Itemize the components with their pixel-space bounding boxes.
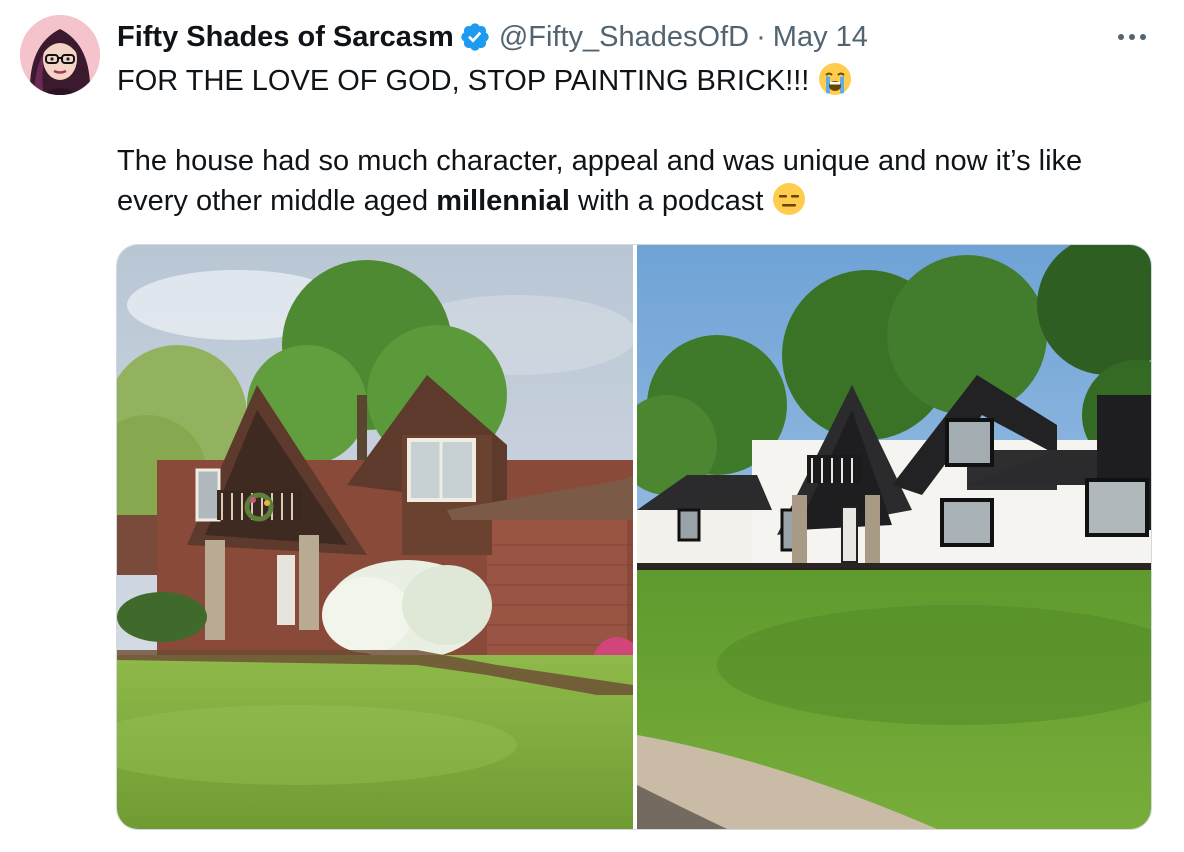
before-photo[interactable] [117, 245, 633, 829]
media-grid [116, 244, 1152, 830]
user-handle[interactable]: @Fifty_ShadesOfD [499, 21, 749, 54]
tweet-text-segment: with a podcast [569, 185, 764, 217]
tweet-text-line-3: every other middle aged millennial with … [117, 181, 807, 221]
expressionless-face-icon [771, 181, 807, 217]
tweet[interactable]: Fifty Shades of Sarcasm @Fifty_ShadesOfD… [0, 0, 1184, 852]
tweet-text-line-1: FOR THE LOVE OF GOD, STOP PAINTING BRICK… [117, 61, 853, 101]
tweet-text-line-2: The house had so much character, appeal … [117, 145, 1083, 177]
verified-badge-icon[interactable] [459, 21, 491, 53]
display-name[interactable]: Fifty Shades of Sarcasm [117, 21, 454, 54]
separator-dot: · [756, 20, 766, 53]
avatar[interactable] [20, 15, 100, 95]
tweet-text-segment: every other middle aged [117, 185, 437, 217]
loudly-crying-face-icon [817, 61, 853, 97]
tweet-headline: FOR THE LOVE OF GOD, STOP PAINTING BRICK… [117, 65, 810, 97]
tweet-bold-word: millennial [436, 185, 570, 217]
tweet-header: Fifty Shades of Sarcasm @Fifty_ShadesOfD… [117, 17, 868, 57]
after-photo[interactable] [637, 245, 1151, 829]
more-options-icon[interactable] [1112, 20, 1152, 50]
tweet-date[interactable]: May 14 [773, 21, 868, 54]
